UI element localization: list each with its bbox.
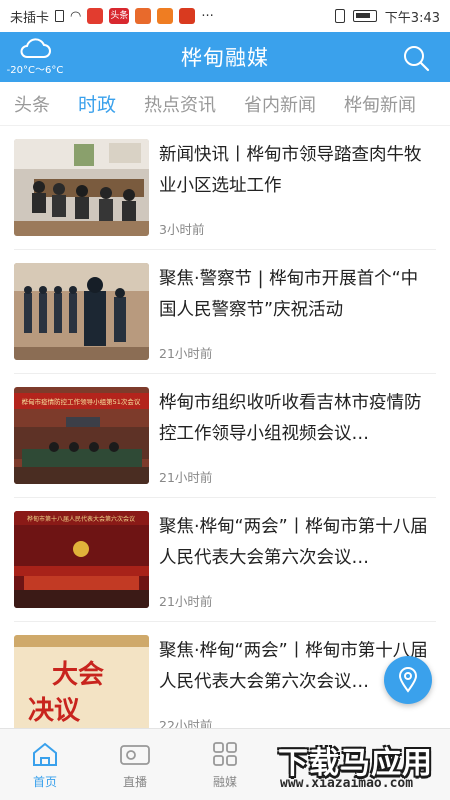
- clock: 下午3:43: [384, 10, 440, 26]
- news-badge-icon: 头条: [109, 8, 130, 24]
- news-list: 新闻快讯丨桦甸市领导踏查肉牛牧业小区选址工作 3小时前 聚焦·警察节 | 桦甸市…: [0, 126, 450, 746]
- search-icon[interactable]: [402, 44, 430, 72]
- app-notification-icon: [87, 8, 104, 24]
- app-header: -20°C～6°C 桦甸融媒: [0, 32, 450, 82]
- weather-widget[interactable]: -20°C～6°C: [4, 36, 66, 80]
- nav-live[interactable]: 直播: [90, 729, 180, 800]
- location-button[interactable]: [384, 656, 432, 704]
- news-thumbnail: 桦甸市疫情防控工作领导小组第51次会议: [14, 387, 149, 484]
- app-notification-icon: [135, 8, 152, 24]
- tab-huadian-news[interactable]: 桦甸新闻: [330, 91, 430, 117]
- cloud-icon: [20, 38, 51, 58]
- battery-icon: [352, 10, 377, 22]
- site-watermark: 下载马应用 www.xiazaimao.com: [268, 738, 448, 798]
- more-notifications-icon: ···: [201, 8, 214, 24]
- watermark-url: www.xiazaimao.com: [280, 776, 414, 791]
- category-tabs: 头条 时政 热点资讯 省内新闻 桦甸新闻: [0, 82, 450, 126]
- banner-text: 桦甸市疫情防控工作领导小组第51次会议: [22, 397, 141, 406]
- nav-media-label: 融媒: [212, 775, 237, 789]
- news-time: 21小时前: [159, 594, 213, 609]
- status-bar: 未插卡 ◠ 头条 ··· 下午3:43: [0, 0, 450, 32]
- tab-hot-news[interactable]: 热点资讯: [130, 91, 230, 117]
- news-item[interactable]: 新闻快讯丨桦甸市领导踏查肉牛牧业小区选址工作 3小时前: [14, 126, 436, 250]
- location-pin-icon: [398, 667, 418, 693]
- poster-text: 决议: [28, 696, 81, 726]
- news-thumbnail: [14, 139, 149, 236]
- news-title: 聚焦·警察节 | 桦甸市开展首个“中国人民警察节”庆祝活动: [159, 269, 419, 320]
- news-item[interactable]: 聚焦·警察节 | 桦甸市开展首个“中国人民警察节”庆祝活动 21小时前: [14, 250, 436, 374]
- home-icon: [33, 742, 57, 766]
- news-item[interactable]: 桦甸市第十八届人民代表大会第六次会议 聚焦·桦甸“两会”丨桦甸市第十八届人民代表…: [14, 498, 436, 622]
- wifi-icon: ◠: [70, 8, 82, 24]
- nav-live-label: 直播: [122, 775, 147, 789]
- nav-home-label: 首页: [32, 775, 57, 789]
- news-title: 新闻快讯丨桦甸市领导踏查肉牛牧业小区选址工作: [159, 145, 422, 196]
- grid-icon: [213, 742, 237, 766]
- news-title: 桦甸市组织收听收看吉林市疫情防控工作领导小组视频会议…: [159, 393, 422, 444]
- news-thumbnail: 大会 决议: [14, 635, 149, 732]
- temperature-range: -20°C～6°C: [6, 65, 64, 76]
- app-notification-icon: [157, 8, 174, 24]
- news-time: 3小时前: [159, 222, 205, 237]
- news-time: 21小时前: [159, 346, 213, 361]
- app-notification-icon: [179, 8, 196, 24]
- poster-text: 大会: [52, 660, 104, 690]
- tab-provincial-news[interactable]: 省内新闻: [230, 91, 330, 117]
- news-thumbnail: [14, 263, 149, 360]
- tab-politics[interactable]: 时政: [64, 90, 130, 117]
- news-thumbnail: 桦甸市第十八届人民代表大会第六次会议: [14, 511, 149, 608]
- news-item[interactable]: 桦甸市疫情防控工作领导小组第51次会议 桦甸市组织收听收看吉林市疫情防控工作领导…: [14, 374, 436, 498]
- carrier-label: 未插卡: [10, 10, 50, 26]
- tab-headlines[interactable]: 头条: [0, 91, 64, 117]
- nav-home[interactable]: 首页: [0, 729, 90, 800]
- sim-icon: [55, 10, 65, 22]
- news-title: 聚焦·桦甸“两会”丨桦甸市第十八届人民代表大会第六次会议…: [159, 517, 428, 568]
- page-title: 桦甸融媒: [181, 46, 269, 70]
- app-screen: 未插卡 ◠ 头条 ··· 下午3:43 -20°C～6°C 桦甸融媒 头条 时政…: [0, 0, 450, 800]
- nav-media[interactable]: 融媒: [180, 729, 270, 800]
- banner-text: 桦甸市第十八届人民代表大会第六次会议: [27, 515, 135, 523]
- video-camera-icon: [120, 745, 150, 765]
- vibrate-icon: [334, 9, 345, 23]
- news-time: 21小时前: [159, 470, 213, 485]
